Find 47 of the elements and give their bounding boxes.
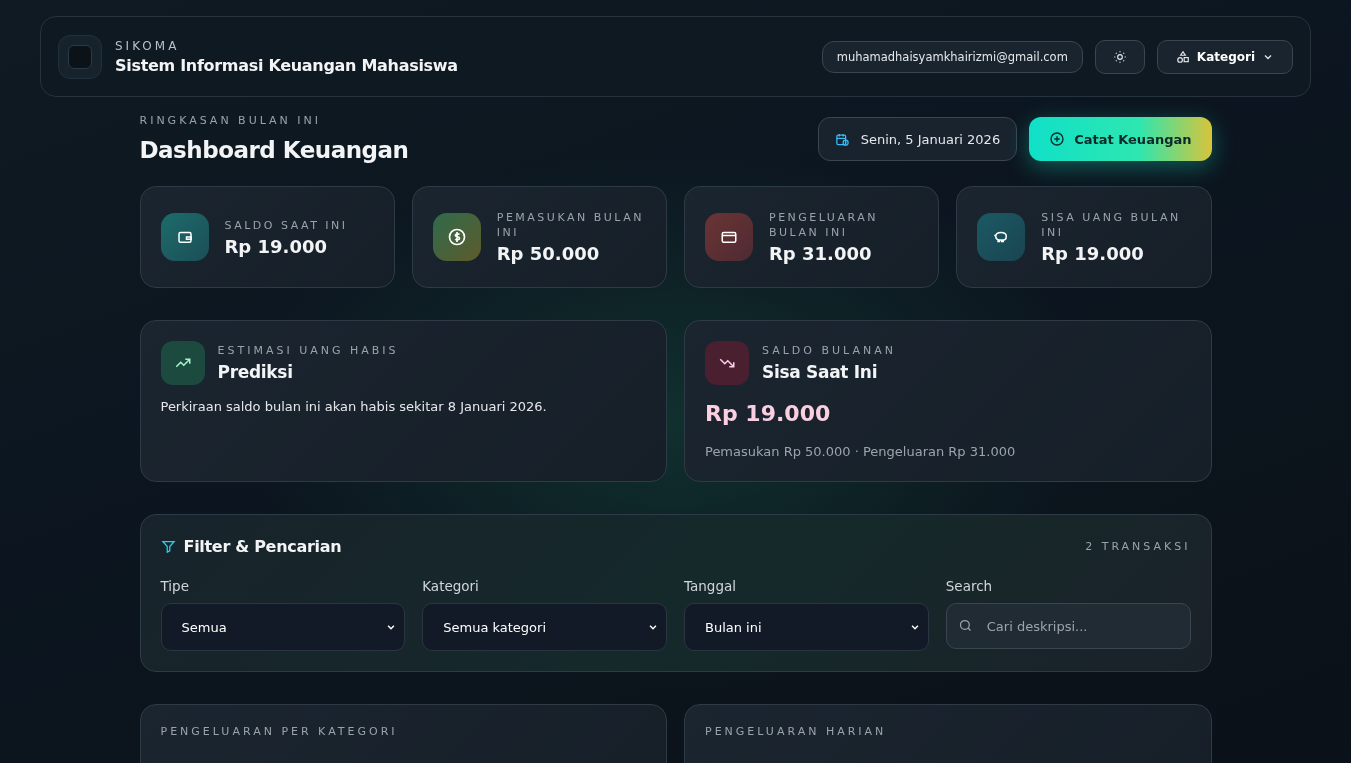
insight-title: Sisa Saat Ini bbox=[762, 362, 879, 382]
page-title: Dashboard Keuangan bbox=[139, 137, 409, 163]
select-dropdown[interactable]: Semua bbox=[160, 603, 406, 651]
insight-text: Perkiraan saldo bulan ini akan habis sekitar 8 Januari 2026. bbox=[160, 399, 548, 414]
chevron-down-icon bbox=[648, 622, 658, 632]
stat-value: Rp 31.000 bbox=[769, 243, 873, 264]
category-menu-button[interactable]: Kategori bbox=[1156, 39, 1293, 74]
user-email: muhamadhaisyamkhairizmi@gmail.com bbox=[821, 40, 1083, 73]
balance-amount: Rp 19.000 bbox=[705, 401, 832, 426]
stat-label: SISA UANG BULAN INI bbox=[1041, 210, 1182, 240]
search-icon bbox=[957, 618, 973, 633]
field-label: Tanggal bbox=[684, 578, 737, 594]
shapes-icon bbox=[1175, 49, 1190, 64]
brand-name: SIKOMA bbox=[115, 38, 181, 53]
plus-circle-icon bbox=[1049, 131, 1066, 147]
theme-toggle-button[interactable] bbox=[1094, 39, 1145, 74]
stat-value: Rp 19.000 bbox=[1041, 243, 1145, 264]
field-label: Tipe bbox=[160, 578, 190, 594]
select-dropdown[interactable]: Semua kategori bbox=[422, 603, 667, 651]
card-eyebrow: PENGELUARAN PER KATEGORI bbox=[160, 725, 399, 738]
section-eyebrow: RINGKASAN BULAN INI bbox=[139, 114, 323, 127]
insight-text: Pemasukan Rp 50.000 · Pengeluaran Rp 31.000 bbox=[705, 444, 1017, 459]
field-label: Search bbox=[945, 578, 994, 594]
calendar-icon bbox=[834, 131, 850, 147]
coin-icon bbox=[446, 227, 467, 247]
field-label: Kategori bbox=[422, 578, 480, 594]
insight-eyebrow: SALDO BULANAN bbox=[762, 344, 896, 357]
insight-title: Prediksi bbox=[217, 362, 294, 382]
filter-title: Filter & Pencarian bbox=[183, 537, 342, 556]
add-record-button[interactable]: Catat Keuangan bbox=[1029, 117, 1212, 161]
stat-label: SALDO SAAT INI bbox=[224, 217, 348, 233]
stat-label: PENGELUARAN BULAN INI bbox=[769, 210, 879, 240]
select-dropdown[interactable]: Bulan ini bbox=[684, 603, 929, 651]
stat-value: Rp 50.000 bbox=[496, 243, 601, 264]
stat-label: PEMASUKAN BULAN INI bbox=[496, 210, 645, 240]
app-title: Sistem Informasi Keuangan Mahasiswa bbox=[115, 55, 458, 75]
card-eyebrow: PENGELUARAN HARIAN bbox=[705, 725, 888, 738]
transaction-count: 2 TRANSAKSI bbox=[1085, 540, 1191, 553]
insight-eyebrow: ESTIMASI UANG HABIS bbox=[217, 344, 399, 357]
logo-icon bbox=[58, 34, 102, 79]
filter-icon bbox=[160, 539, 176, 554]
sun-icon bbox=[1112, 49, 1127, 64]
date-badge: Senin, 5 Januari 2026 bbox=[817, 117, 1018, 161]
chevron-down-icon bbox=[909, 622, 920, 632]
stat-value: Rp 19.000 bbox=[224, 235, 328, 257]
search-field[interactable]: Cari deskripsi... bbox=[945, 603, 1191, 649]
chevron-down-icon bbox=[386, 622, 397, 632]
